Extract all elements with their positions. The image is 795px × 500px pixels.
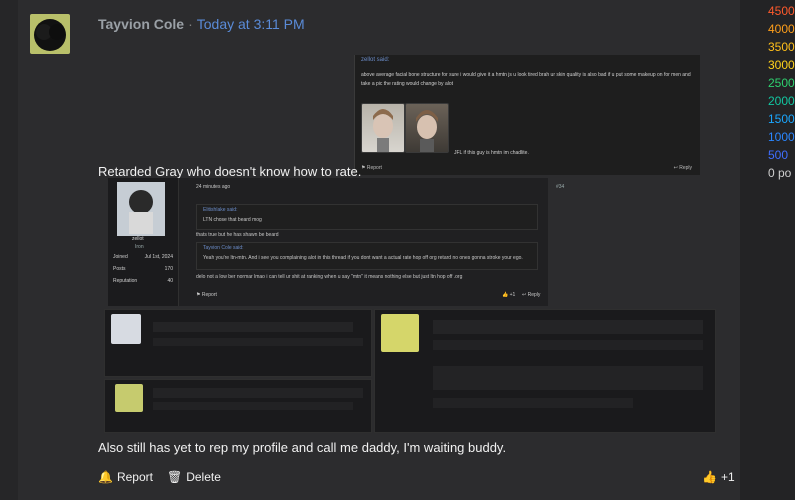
embedded-quote-1: Elitishlake said: LTN chose that beard m… xyxy=(196,204,538,230)
timestamp[interactable]: Today at 3:11 PM xyxy=(197,16,305,32)
embedded-report[interactable]: ⚑ Report xyxy=(196,292,217,298)
thumbnail-right[interactable] xyxy=(374,309,716,433)
rep-level-4000: 4000 xyxy=(768,22,795,36)
embedded-quote-2: Tayvion Cole said: Yeah you're ltn-mtn. … xyxy=(196,242,538,270)
embedded-quote-2-name: Tayvion Cole said: xyxy=(203,245,244,251)
separator: · xyxy=(188,16,193,32)
delete-label: Delete xyxy=(186,470,221,484)
author-name[interactable]: Tayvion Cole xyxy=(98,16,184,32)
thumbnail-left-bottom[interactable] xyxy=(104,379,372,433)
embedded-like[interactable]: 👍 +1 xyxy=(502,292,515,298)
embedded-reply[interactable]: ↩ Reply xyxy=(522,292,540,298)
embedded-line-2: thats true but he has shawn be beard xyxy=(196,232,279,238)
thumbnail-left-top[interactable] xyxy=(104,309,372,377)
rep-level-2500: 2500 xyxy=(768,76,795,90)
quote-text: above average facial bone structure for … xyxy=(361,72,691,87)
embedded-username: zellot xyxy=(132,236,144,242)
rep-level-1500: 1500 xyxy=(768,112,795,126)
thumbs-up-icon: 👍 xyxy=(702,470,717,484)
like-button[interactable]: 👍 +1 xyxy=(702,470,735,484)
quote-author[interactable]: zellot said: xyxy=(361,57,389,63)
embedded-line-3: delo not a low ber normar lmao i can tel… xyxy=(196,274,463,280)
post: Tayvion Cole · Today at 3:11 PM zellot sai… xyxy=(18,0,740,500)
quote-card: zellot said: above average facial bone s… xyxy=(354,55,700,175)
post-header: Tayvion Cole · Today at 3:11 PM xyxy=(98,16,305,32)
embedded-joined-row: Joined Jul 1st, 2024 xyxy=(113,254,173,260)
rep-level-3000: 3000 xyxy=(768,58,795,72)
left-gutter xyxy=(0,0,18,500)
embedded-quote-1-name: Elitishlake said: xyxy=(203,207,238,213)
rep-level-500: 500 xyxy=(768,148,789,162)
quote-image-2[interactable] xyxy=(405,103,449,153)
flag-icon: ⚑ xyxy=(196,292,201,298)
quote-reply[interactable]: ↩ Reply xyxy=(674,165,692,171)
embedded-quote-2-text: Yeah you're ltn-mtn. And i see you compl… xyxy=(203,255,523,261)
embedded-thread-screenshot: zellot Iron Joined Jul 1st, 2024 Posts 170… xyxy=(108,178,564,306)
embedded-rep-row: Reputation 40 xyxy=(113,278,173,284)
embedded-quote-1-text: LTN chose that beard mog xyxy=(203,217,262,223)
rep-level-1000: 1000 xyxy=(768,130,795,144)
delete-button[interactable]: 🗑 Delete xyxy=(167,470,221,484)
rep-level-4500: 4500 xyxy=(768,4,795,18)
thumb-icon: 👍 xyxy=(502,292,509,298)
embedded-avatar xyxy=(117,182,165,236)
rep-level-panel: 4500 4000 3500 3000 2500 2000 1500 1000 … xyxy=(740,0,795,500)
quote-caption: JFL if this guy is hmtn im chadlite. xyxy=(454,150,529,156)
reply-icon: ↩ xyxy=(522,292,527,298)
report-button[interactable]: 🔔 Report xyxy=(98,470,153,484)
embedded-post-number: #34 xyxy=(556,184,565,190)
reply-icon: ↩ xyxy=(673,165,678,171)
flag-icon: ⚑ xyxy=(361,165,366,171)
rep-level-2000: 2000 xyxy=(768,94,795,108)
post-main-text: Retarded Gray who doesn't know how to ra… xyxy=(98,164,362,179)
embedded-user-sidebar: zellot Iron Joined Jul 1st, 2024 Posts 170… xyxy=(108,178,179,306)
report-label: Report xyxy=(116,470,153,484)
embedded-role: Iron xyxy=(135,244,144,250)
post-bottom-text: Also still has yet to rep my profile and… xyxy=(98,440,507,455)
avatar[interactable] xyxy=(30,14,70,54)
embedded-posts-row: Posts 170 xyxy=(113,266,173,272)
like-count: +1 xyxy=(720,470,735,484)
embedded-time: 24 minutes ago xyxy=(196,184,231,190)
quote-report[interactable]: ⚑ Report xyxy=(361,165,382,171)
post-actions: 🔔 Report 🗑 Delete xyxy=(98,470,221,484)
trash-icon: 🗑 xyxy=(166,470,183,484)
rep-level-0: 0 po xyxy=(768,166,792,180)
quote-image-1[interactable] xyxy=(361,103,405,153)
rep-level-3500: 3500 xyxy=(768,40,795,54)
bell-icon: 🔔 xyxy=(98,470,113,484)
